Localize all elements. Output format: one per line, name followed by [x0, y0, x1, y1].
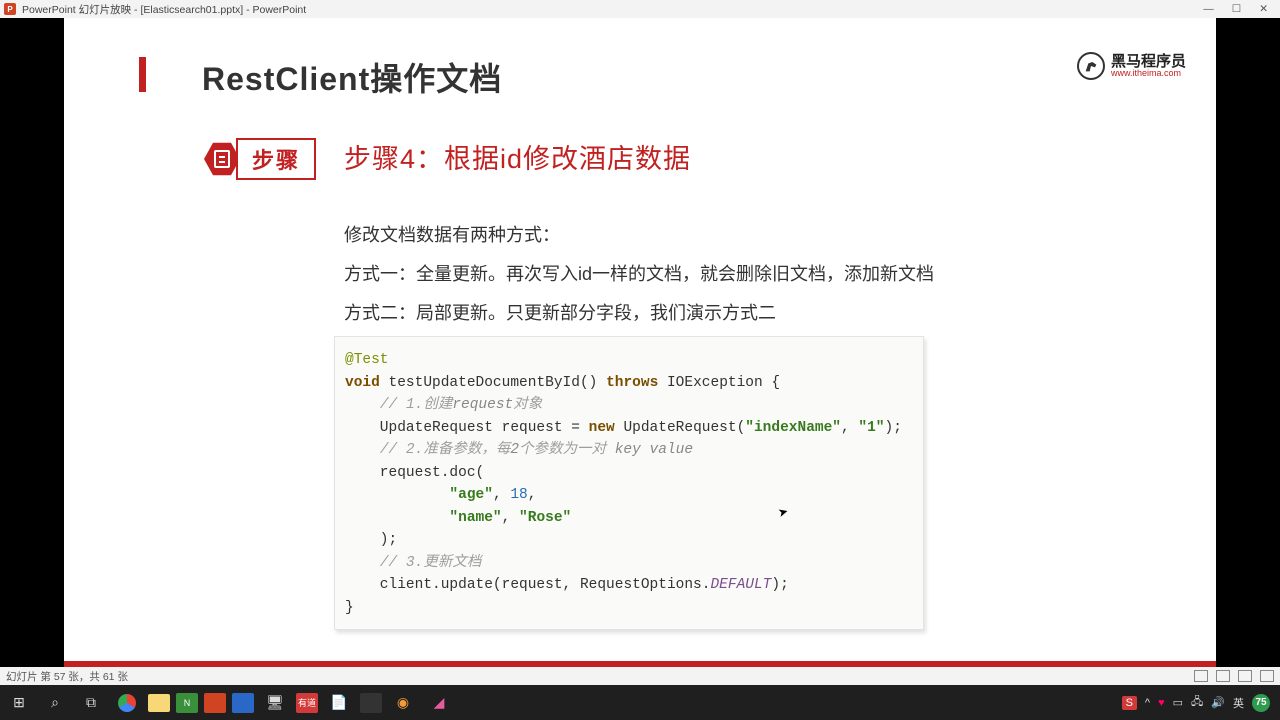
paragraph-method2: 方式二：局部更新。只更新部分字段，我们演示方式二 — [344, 299, 776, 328]
slideshow-stage: RestClient操作文档 黑马程序员 www.itheima.com 步骤 … — [0, 18, 1280, 667]
step-label: 步骤 — [236, 138, 316, 180]
start-button[interactable]: ⊞ — [4, 689, 34, 717]
app-orange-icon[interactable]: ◉ — [388, 689, 418, 717]
powerpoint-icon: P — [4, 3, 16, 15]
paragraph-intro: 修改文档数据有两种方式： — [344, 221, 560, 250]
slide-counter: 幻灯片 第 57 张，共 61 张 — [6, 669, 128, 684]
step-badge: 步骤 — [204, 138, 326, 180]
windows-taskbar[interactable]: ⊞ ⌕ ⧉ N 🖥 有道 📄 ◉ ◢ S ^ ♥ ▭ 🖧 🔊 英 75 — [0, 685, 1280, 720]
tray-app-icon[interactable]: S — [1122, 696, 1137, 710]
search-icon[interactable]: ⌕ — [40, 689, 70, 717]
minimize-button[interactable]: — — [1203, 3, 1214, 15]
app-red-icon[interactable]: 有道 — [296, 693, 318, 713]
code-block: @Test void testUpdateDocumentById() thro… — [334, 336, 924, 630]
tray-volume-icon[interactable]: 🔊 — [1211, 696, 1225, 709]
app-green-icon[interactable]: N — [176, 693, 198, 713]
tray-security-icon[interactable]: ♥ — [1158, 697, 1165, 709]
brand-url: www.itheima.com — [1111, 69, 1186, 78]
step-title: 步骤4：根据id修改酒店数据 — [344, 137, 691, 176]
view-normal-icon[interactable] — [1194, 670, 1208, 682]
app-ide-icon[interactable] — [360, 693, 382, 713]
powerpoint-taskbar-icon[interactable] — [204, 693, 226, 713]
task-view-icon[interactable]: ⧉ — [76, 689, 106, 717]
window-title: PowerPoint 幻灯片放映 - [Elasticsearch01.pptx… — [22, 2, 306, 17]
close-button[interactable]: ✕ — [1259, 3, 1268, 15]
brand-horse-icon — [1077, 52, 1105, 80]
status-bar: 幻灯片 第 57 张，共 61 张 — [0, 667, 1280, 685]
slide-title: RestClient操作文档 — [202, 54, 502, 100]
brand-name: 黑马程序员 — [1111, 54, 1186, 69]
view-slideshow-icon[interactable] — [1260, 670, 1274, 682]
tray-network-icon[interactable]: 🖧 — [1191, 693, 1203, 712]
chrome-icon[interactable] — [112, 689, 142, 717]
hexagon-icon — [204, 141, 240, 177]
paragraph-method1: 方式一：全量更新。再次写入id一样的文档，就会删除旧文档，添加新文档 — [344, 260, 934, 289]
tray-battery-icon[interactable]: ▭ — [1173, 696, 1183, 709]
app-eraser-icon[interactable]: ◢ — [424, 689, 454, 717]
view-reading-icon[interactable] — [1238, 670, 1252, 682]
slide: RestClient操作文档 黑马程序员 www.itheima.com 步骤 … — [64, 18, 1216, 667]
title-accent-bar — [139, 57, 146, 92]
system-tray[interactable]: S ^ ♥ ▭ 🖧 🔊 英 75 — [1122, 693, 1276, 712]
tray-badge[interactable]: 75 — [1252, 694, 1270, 712]
app-notes-icon[interactable]: 📄 — [324, 689, 354, 717]
app-blue-icon[interactable] — [232, 693, 254, 713]
maximize-button[interactable]: ☐ — [1232, 3, 1241, 15]
slide-footer-bar — [64, 661, 1216, 667]
tray-ime-label[interactable]: 英 — [1233, 695, 1244, 711]
file-explorer-icon[interactable] — [148, 694, 170, 712]
title-bar: P PowerPoint 幻灯片放映 - [Elasticsearch01.pp… — [0, 0, 1280, 18]
brand-logo-block: 黑马程序员 www.itheima.com — [1077, 52, 1186, 80]
tray-chevron-icon[interactable]: ^ — [1145, 697, 1150, 709]
app-monitor-icon[interactable]: 🖥 — [260, 689, 290, 717]
view-sorter-icon[interactable] — [1216, 670, 1230, 682]
